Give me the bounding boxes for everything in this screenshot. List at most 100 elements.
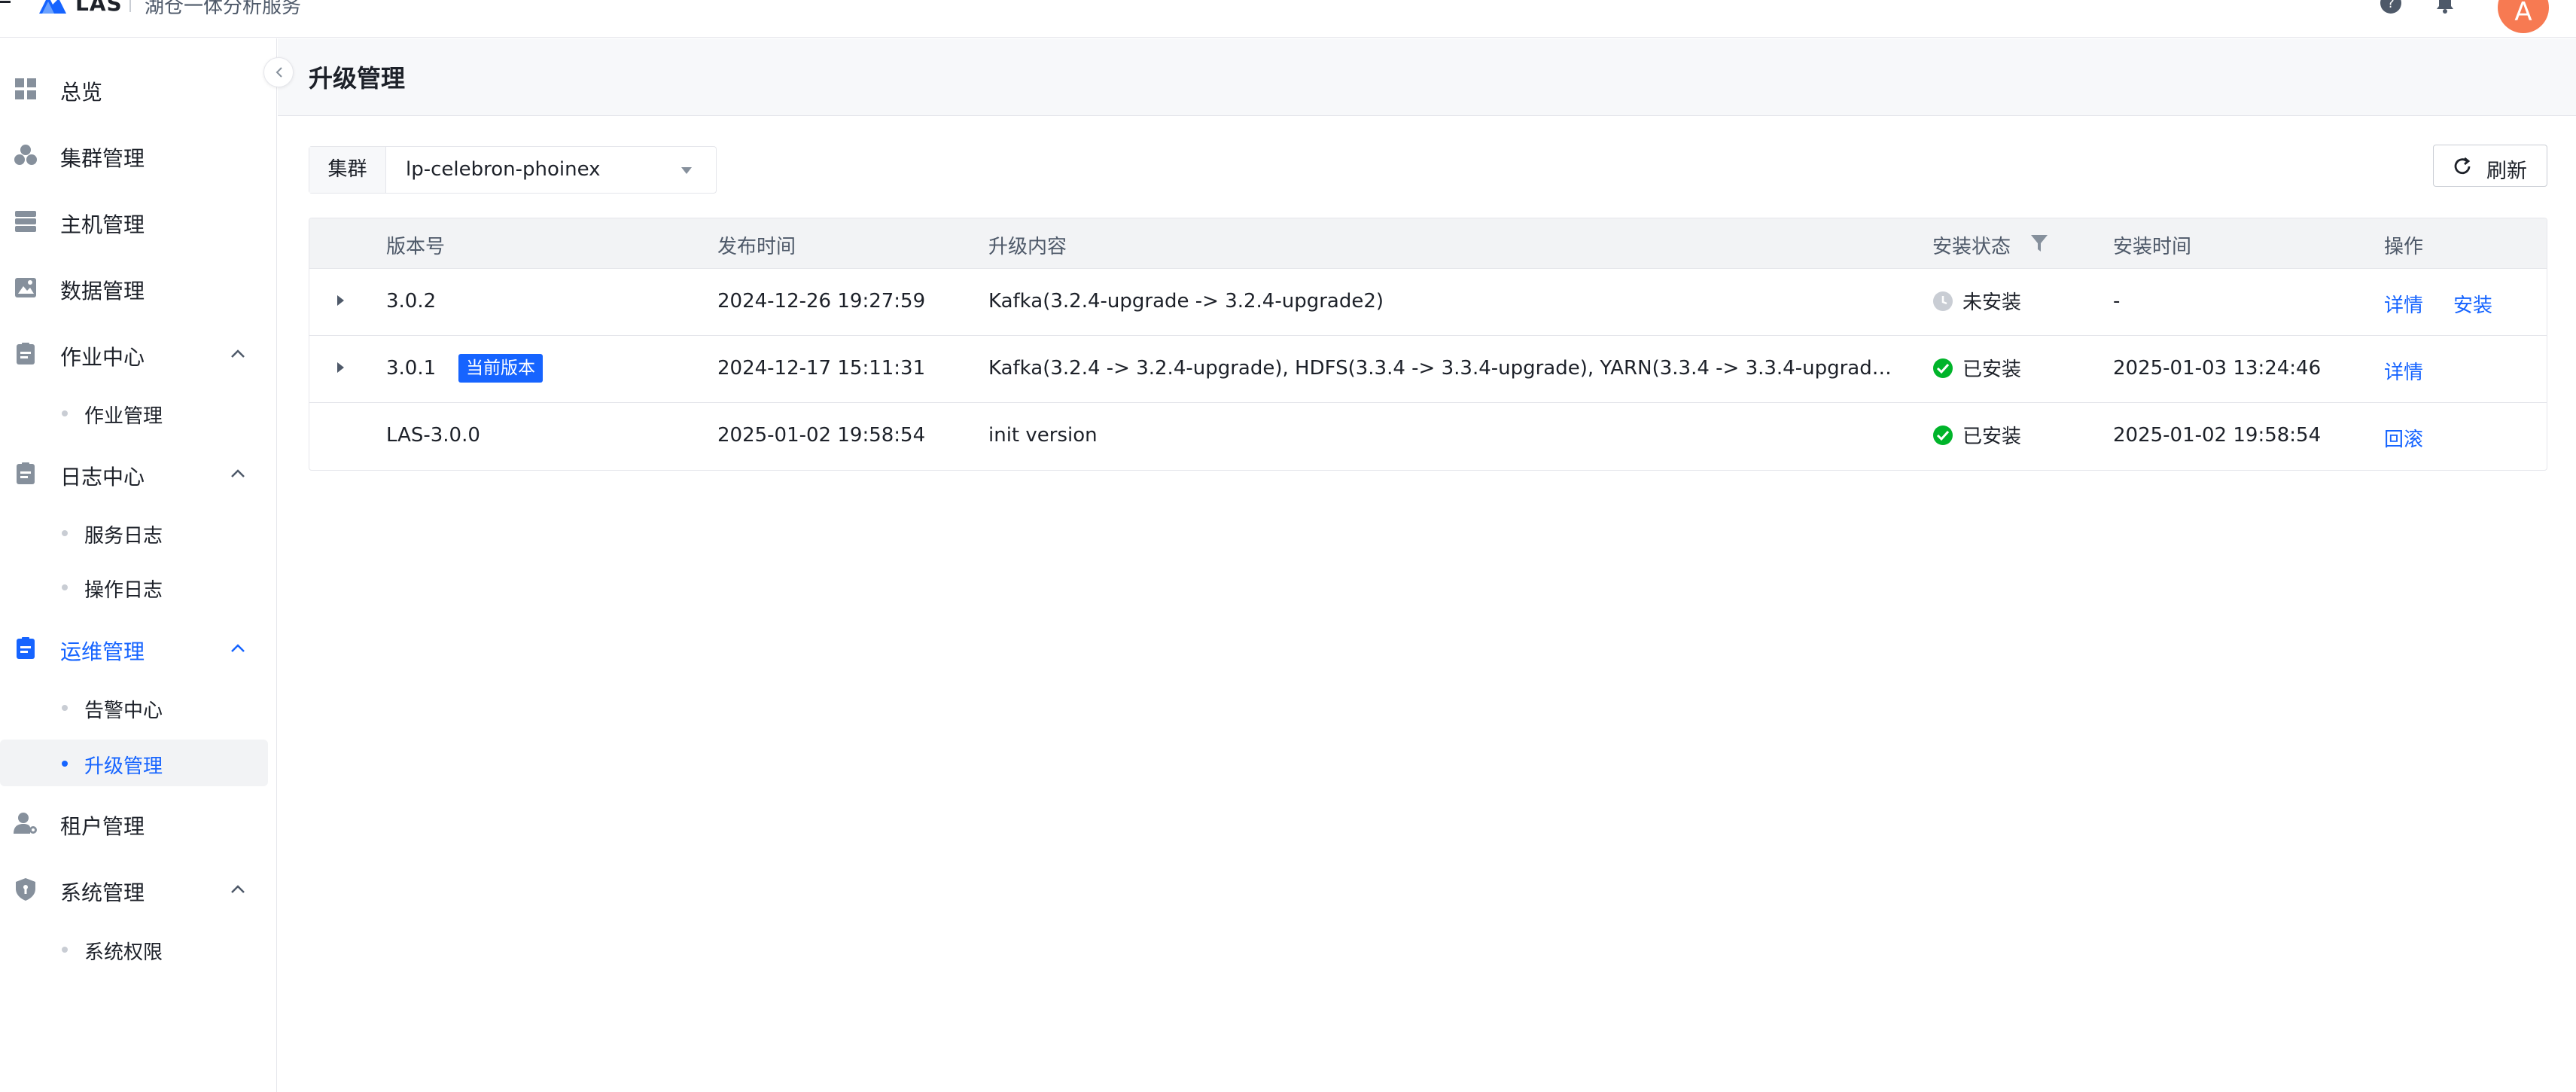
help-icon[interactable]: ? (2379, 0, 2403, 15)
sidebar-item-label: 运维管理 (60, 639, 145, 664)
bullet-icon (62, 761, 68, 767)
sidebar-collapse-button[interactable] (263, 57, 294, 87)
cluster-select[interactable]: 集群 lp-celebron-phoinex (309, 146, 717, 194)
clock-icon (1933, 291, 1953, 311)
bullet-icon (62, 947, 68, 953)
sidebar-item-label: 告警中心 (84, 700, 163, 722)
check-circle-icon (1933, 358, 1953, 378)
ops-icon (17, 637, 35, 659)
check-circle-icon (1933, 426, 1953, 445)
status-text: 已安装 (1962, 426, 2022, 448)
server-icon (15, 211, 36, 232)
bell-icon[interactable] (2433, 0, 2457, 15)
sidebar-subitem-upgrade-management[interactable]: 升级管理 (0, 740, 268, 786)
sidebar-item-label: 升级管理 (84, 755, 163, 778)
status-text: 未安装 (1962, 291, 2022, 314)
chevron-up-icon (231, 644, 245, 652)
sidebar-item-label: 主机管理 (60, 212, 145, 237)
sidebar-item-label: 系统管理 (60, 880, 145, 905)
install-time-cell: 2025-01-03 13:24:46 (2113, 357, 2322, 380)
chevron-up-icon (231, 885, 245, 893)
sidebar-item-data[interactable]: 数据管理 (0, 263, 268, 311)
refresh-icon (2454, 157, 2471, 175)
sidebar-item-ops[interactable]: 运维管理 (0, 624, 268, 672)
cluster-select-label: 集群 (309, 147, 386, 193)
table-header: 版本号 发布时间 升级内容 安装状态 安装时间 操作 (309, 218, 2547, 269)
release-time-cell: 2024-12-26 19:27:59 (717, 290, 926, 313)
page-title: 升级管理 (309, 64, 406, 93)
version-cell: 3.0.1 (386, 357, 437, 380)
data-icon (15, 278, 36, 297)
sidebar-item-host[interactable]: 主机管理 (0, 197, 268, 245)
content-cell: Kafka(3.2.4-upgrade -> 3.2.4-upgrade2) (988, 290, 1384, 313)
caret-down-icon (681, 167, 692, 174)
sidebar-item-label: 操作日志 (84, 579, 163, 602)
sidebar-item-label: 日志中心 (60, 465, 145, 490)
bullet-icon (62, 584, 68, 590)
detail-link[interactable]: 详情 (2384, 290, 2423, 318)
rollback-link[interactable]: 回滚 (2384, 424, 2423, 452)
sidebar-item-label: 系统权限 (84, 941, 163, 964)
chevron-up-icon (231, 349, 245, 358)
menu-icon[interactable] (0, 0, 11, 11)
table-row: 3.0.1 当前版本 2024-12-17 15:11:31 Kafka(3.2… (309, 336, 2547, 403)
cluster-select-value: lp-celebron-phoinex (406, 158, 601, 181)
sidebar-item-label: 服务日志 (84, 525, 163, 548)
sidebar-subitem-service-log[interactable]: 服务日志 (0, 509, 268, 556)
brand-name: LAS (75, 0, 123, 16)
sidebar-subitem-job-management[interactable]: 作业管理 (0, 389, 268, 436)
refresh-button-label: 刷新 (2486, 160, 2527, 183)
content-cell: init version (988, 424, 1098, 447)
top-bar: LAS 湖仓一体分析服务 ? A (0, 0, 2576, 38)
table-row: 3.0.2 2024-12-26 19:27:59 Kafka(3.2.4-up… (309, 269, 2547, 336)
detail-link[interactable]: 详情 (2384, 357, 2423, 385)
column-header-actions: 操作 (2384, 236, 2424, 258)
install-link[interactable]: 安装 (2453, 290, 2492, 318)
shield-icon (16, 878, 35, 901)
page-header: 升级管理 (278, 38, 2576, 116)
sidebar-item-label: 作业中心 (60, 345, 145, 370)
sidebar-item-tenant[interactable]: 租户管理 (0, 798, 268, 846)
column-header-version: 版本号 (386, 236, 446, 258)
bullet-icon (62, 705, 68, 711)
current-version-badge: 当前版本 (458, 354, 543, 383)
column-header-release-time: 发布时间 (717, 236, 796, 258)
version-cell: 3.0.2 (386, 290, 437, 313)
sidebar-item-system[interactable]: 系统管理 (0, 865, 268, 913)
expand-caret-icon[interactable] (335, 361, 346, 374)
brand-divider (129, 0, 131, 12)
cluster-icon (14, 145, 37, 165)
bullet-icon (62, 530, 68, 536)
sidebar-item-label: 总览 (60, 80, 103, 105)
release-time-cell: 2025-01-02 19:58:54 (717, 424, 926, 447)
sidebar-item-job-center[interactable]: 作业中心 (0, 329, 268, 377)
sidebar-item-log-center[interactable]: 日志中心 (0, 449, 268, 497)
filter-icon[interactable] (2030, 233, 2048, 253)
avatar[interactable]: A (2498, 0, 2549, 33)
sidebar-item-cluster[interactable]: 集群管理 (0, 130, 268, 178)
sidebar-item-label: 租户管理 (60, 814, 145, 839)
tenant-icon (14, 813, 37, 834)
sidebar-subitem-operation-log[interactable]: 操作日志 (0, 563, 268, 610)
sidebar-item-label: 集群管理 (60, 146, 145, 171)
content-cell: Kafka(3.2.4 -> 3.2.4-upgrade), HDFS(3.3.… (988, 357, 1899, 380)
column-header-status: 安装状态 (1932, 236, 2011, 258)
expand-caret-icon[interactable] (335, 294, 346, 307)
sidebar-subitem-system-permission[interactable]: 系统权限 (0, 926, 268, 972)
brand-subtitle: 湖仓一体分析服务 (145, 0, 302, 18)
install-time-cell: - (2113, 290, 2121, 313)
refresh-button[interactable]: 刷新 (2433, 145, 2547, 187)
log-icon (17, 462, 35, 484)
chevron-left-icon (276, 67, 282, 78)
dashboard-icon (15, 78, 36, 99)
status-text: 已安装 (1962, 358, 2022, 381)
bullet-icon (62, 410, 68, 416)
sidebar-subitem-alert-center[interactable]: 告警中心 (0, 684, 268, 731)
job-icon (17, 343, 35, 365)
install-time-cell: 2025-01-02 19:58:54 (2113, 424, 2322, 447)
sidebar-item-overview[interactable]: 总览 (0, 64, 268, 112)
column-header-install-time: 安装时间 (2113, 236, 2192, 258)
column-header-content: 升级内容 (988, 236, 1067, 258)
svg-text:?: ? (2387, 0, 2395, 11)
upgrade-table: 版本号 发布时间 升级内容 安装状态 安装时间 操作 3.0.2 2024-12… (309, 218, 2547, 471)
